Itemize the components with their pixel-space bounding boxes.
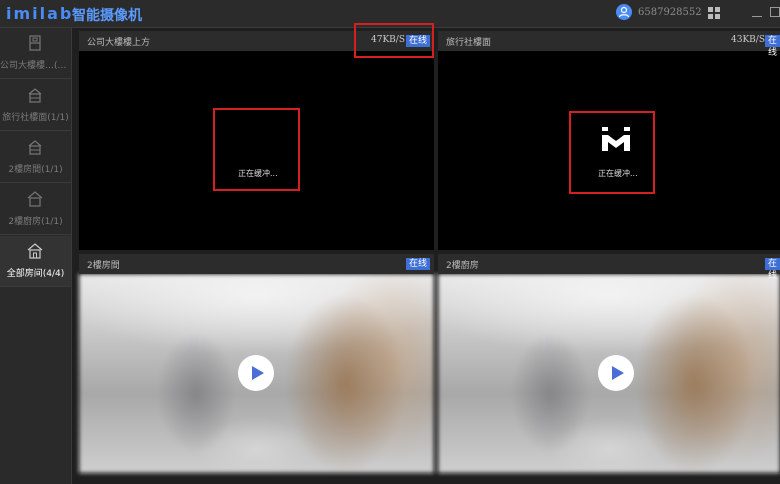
home-icon	[27, 191, 43, 207]
sidebar-item-travel-floor[interactable]: 旅行社樓面(1/1)	[0, 80, 71, 131]
building-icon	[28, 140, 42, 155]
sidebar-item-label: 旅行社樓面(1/1)	[2, 113, 69, 123]
camera-title: 旅行社樓面	[446, 38, 492, 48]
online-status-badge: 在线	[765, 258, 780, 281]
app-logo: imilab	[6, 4, 74, 23]
highlight-box	[569, 111, 655, 194]
camera-title: 公司大樓樓上方	[87, 38, 151, 48]
grid-layout-icon[interactable]	[708, 7, 720, 19]
camera-title: 2樓房間	[87, 261, 120, 271]
sidebar-item-all-rooms[interactable]: 全部房间(4/4)	[0, 236, 71, 287]
play-button[interactable]	[238, 355, 274, 391]
online-status-badge: 在线	[406, 258, 431, 270]
play-button[interactable]	[598, 355, 634, 391]
sidebar-item-2f-kitchen[interactable]: 2樓廚房(1/1)	[0, 184, 71, 235]
highlight-box	[213, 108, 300, 191]
camera-panel-2f-room[interactable]: 2樓房間 在线	[79, 254, 434, 473]
sidebar-item-company-floor[interactable]: 公司大樓樓…(1/1)	[0, 28, 71, 79]
sidebar-item-label: 2樓房間(1/1)	[8, 165, 63, 175]
user-id: 6587928552	[638, 7, 702, 18]
panel-header: 2樓房間 在线	[79, 254, 434, 274]
building-icon	[28, 88, 42, 103]
panel-header: 旅行社樓面 43KB/S 在线	[438, 31, 780, 58]
highlight-box	[354, 23, 434, 58]
panel-header: 2樓廚房 在线	[438, 254, 780, 281]
sidebar-item-2f-room[interactable]: 2樓房間(1/1)	[0, 132, 71, 183]
home-icon	[27, 243, 43, 259]
sidebar-item-label: 2樓廚房(1/1)	[8, 217, 63, 227]
online-status-badge: 在线	[765, 35, 780, 58]
app-title: 智能摄像机	[72, 8, 142, 24]
room-sidebar: 公司大樓樓…(1/1) 旅行社樓面(1/1) 2樓房間(1/1) 2樓廚房(1/…	[0, 28, 72, 484]
device-icon	[29, 35, 41, 51]
maximize-button[interactable]	[770, 7, 780, 17]
sidebar-item-label: 公司大樓樓…(1/1)	[0, 61, 71, 71]
user-avatar-icon[interactable]	[616, 4, 632, 20]
minimize-button[interactable]	[752, 4, 764, 22]
camera-title: 2樓廚房	[446, 261, 479, 271]
bitrate-readout: 43KB/S	[731, 35, 765, 45]
camera-panel-2f-kitchen[interactable]: 2樓廚房 在线	[438, 254, 780, 473]
sidebar-item-label: 全部房间(4/4)	[6, 269, 65, 279]
